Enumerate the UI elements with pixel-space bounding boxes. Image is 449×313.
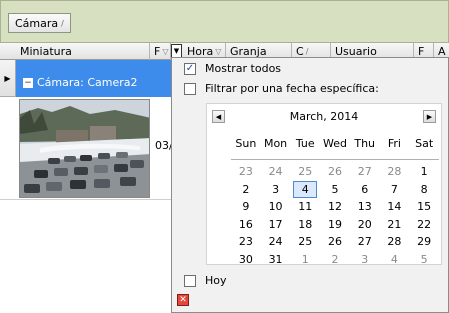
calendar-day[interactable]: 2: [320, 251, 350, 269]
column-header-thumbnail[interactable]: Miniatura: [16, 43, 150, 60]
today-option[interactable]: Hoy: [184, 274, 227, 287]
day-of-week-label: Fri: [387, 137, 401, 150]
calendar-day[interactable]: 23: [231, 163, 261, 181]
next-month-icon[interactable]: ▶: [423, 110, 436, 123]
group-row-camera2[interactable]: − Cámara: Camera2: [16, 60, 171, 97]
table-row[interactable]: 03/: [0, 97, 173, 200]
collapse-icon[interactable]: −: [23, 78, 33, 88]
snow-parking-lot-image: [20, 100, 149, 197]
calendar-day[interactable]: 3: [350, 251, 380, 269]
column-label: F: [154, 45, 161, 58]
calendar-day[interactable]: 28: [380, 163, 410, 181]
calendar-day[interactable]: 28: [380, 233, 410, 251]
calendar-day[interactable]: 12: [320, 198, 350, 216]
calendar-day[interactable]: 26: [320, 233, 350, 251]
calendar-day[interactable]: 5: [320, 181, 350, 199]
calendar-day[interactable]: 27: [350, 163, 380, 181]
calendar-day[interactable]: 2: [231, 181, 261, 199]
calendar-day[interactable]: 31: [261, 251, 291, 269]
calendar-day[interactable]: 15: [409, 198, 439, 216]
filter-by-date-option[interactable]: Filtrar por una fecha específica:: [184, 82, 379, 95]
day-of-week-label: Wed: [323, 137, 347, 150]
show-all-option[interactable]: ✓ Mostrar todos: [184, 62, 281, 75]
calendar-day[interactable]: 19: [320, 216, 350, 234]
day-of-week-label: Mon: [263, 137, 288, 150]
calendar-day[interactable]: 25: [290, 233, 320, 251]
row-indicator[interactable]: ▶: [0, 60, 16, 97]
calendar-day[interactable]: 25: [290, 163, 320, 181]
calendar-day[interactable]: 24: [261, 163, 291, 181]
thumbnail-image: [19, 99, 150, 198]
close-icon[interactable]: ✕: [177, 294, 189, 306]
days-of-week-row: Sun Mon Tue Wed Thu Fri Sat: [231, 137, 439, 151]
calendar-day[interactable]: 17: [261, 216, 291, 234]
show-all-checkbox[interactable]: ✓: [184, 62, 196, 75]
grid-body: ▶ − Cámara: Camera2 03/: [0, 60, 173, 313]
column-header-f[interactable]: F ▽: [150, 43, 171, 60]
calendar-day[interactable]: 4: [293, 180, 318, 198]
calendar-day[interactable]: 1: [290, 251, 320, 269]
calendar-day[interactable]: 13: [350, 198, 380, 216]
sort-icon: /: [61, 18, 64, 28]
day-of-week-label: Tue: [295, 137, 315, 150]
calendar-month-label: March, 2014: [289, 109, 359, 123]
group-chip-camera[interactable]: Cámara /: [8, 13, 71, 33]
today-label: Hoy: [205, 274, 227, 287]
calendar-day[interactable]: 3: [261, 181, 291, 199]
calendar-day[interactable]: 20: [350, 216, 380, 234]
filter-icon: ▽: [162, 47, 169, 56]
today-checkbox[interactable]: [184, 274, 196, 287]
calendar: ◀ March, 2014 ▶ Sun Mon Tue Wed Thu Fri Sat 23…: [206, 103, 442, 268]
sort-icon: /: [305, 47, 309, 56]
calendar-day[interactable]: 16: [231, 216, 261, 234]
group-chip-label: Cámara: [15, 16, 59, 30]
calendar-day[interactable]: 30: [231, 251, 261, 269]
calendar-day[interactable]: 1: [409, 163, 439, 181]
day-of-week-label: Sat: [415, 137, 434, 150]
calendar-day[interactable]: 27: [350, 233, 380, 251]
calendar-day[interactable]: 18: [290, 216, 320, 234]
calendar-day[interactable]: 10: [261, 198, 291, 216]
calendar-day[interactable]: 11: [290, 198, 320, 216]
filter-by-date-checkbox[interactable]: [184, 82, 196, 95]
calendar-day[interactable]: 14: [380, 198, 410, 216]
filter-by-date-label: Filtrar por una fecha específica:: [205, 82, 379, 95]
group-row-label: Cámara: Camera2: [37, 76, 138, 89]
calendar-day[interactable]: 5: [409, 251, 439, 269]
day-of-week-label: Thu: [354, 137, 376, 150]
calendar-day[interactable]: 6: [350, 181, 380, 199]
calendar-day[interactable]: 9: [231, 198, 261, 216]
calendar-day[interactable]: 22: [409, 216, 439, 234]
calendar-day[interactable]: 26: [320, 163, 350, 181]
filter-dropdown-button[interactable]: ▼: [171, 44, 182, 58]
calendar-day[interactable]: 4: [380, 251, 410, 269]
calendar-day[interactable]: 24: [261, 233, 291, 251]
show-all-label: Mostrar todos: [205, 62, 282, 75]
calendar-day[interactable]: 8: [409, 181, 439, 199]
group-by-panel: Cámara /: [0, 0, 449, 43]
calendar-day[interactable]: 21: [380, 216, 410, 234]
filter-icon: ▽: [215, 47, 222, 56]
day-of-week-label: Sun: [235, 137, 257, 150]
calendar-day-grid: 23 24 25 26 27 28 1 2 3 4 5 6 7 8 9 10 11 12 13 14 15 16 17 18 1…: [231, 159, 439, 268]
calendar-day[interactable]: 7: [380, 181, 410, 199]
column-label: Miniatura: [20, 45, 72, 58]
filter-popup: ✓ Mostrar todos Filtrar por una fecha es…: [171, 57, 449, 313]
calendar-day[interactable]: 23: [231, 233, 261, 251]
calendar-day[interactable]: 29: [409, 233, 439, 251]
